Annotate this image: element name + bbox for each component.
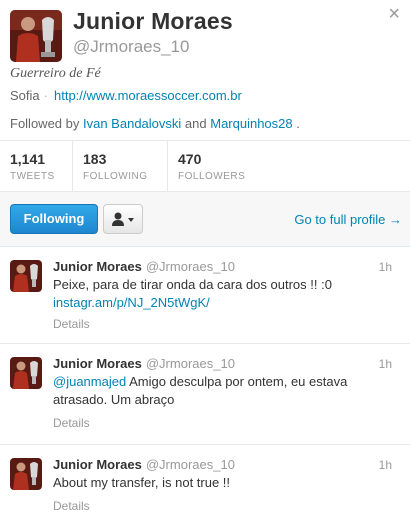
tweet-author[interactable]: Junior Moraes @Jrmoraes_10	[53, 356, 235, 371]
profile-name: Junior Moraes	[73, 8, 233, 34]
user-actions-dropdown-button[interactable]	[103, 204, 143, 234]
tweet-time[interactable]: 1h	[379, 357, 392, 371]
tweet-time[interactable]: 1h	[379, 260, 392, 274]
followed-by-line: Followed by Ivan Bandalovski and Marquin…	[10, 116, 300, 131]
close-icon[interactable]: ×	[388, 4, 400, 24]
tweet-avatar[interactable]	[10, 357, 42, 389]
followed-by-and: and	[184, 116, 207, 131]
stat-following-value: 183	[83, 151, 107, 167]
tweet-author-name: Junior Moraes	[53, 356, 142, 371]
stat-following[interactable]: 183 FOLLOWING	[73, 141, 168, 191]
tweet-item[interactable]: Junior Moraes @Jrmoraes_10 1h Peixe, para…	[0, 247, 410, 344]
stat-tweets-label: TWEETS	[10, 171, 55, 182]
tweet-avatar[interactable]	[10, 458, 42, 490]
tweet-item[interactable]: Junior Moraes @Jrmoraes_10 1h About my tr…	[0, 445, 410, 519]
tweet-author-handle: @Jrmoraes_10	[145, 356, 235, 371]
following-button[interactable]: Following	[10, 204, 98, 234]
tweet-text: @juanmajed Amigo desculpa por ontem, eu …	[53, 373, 393, 409]
tweet-text-body: Peixe, para de tirar onda da cara dos ou…	[53, 277, 332, 292]
followed-by-suffix: .	[296, 116, 300, 131]
tweet-details-link[interactable]: Details	[53, 416, 90, 430]
profile-website-link[interactable]: http://www.moraessoccer.com.br	[54, 88, 242, 103]
profile-bio: Guerreiro de Fé	[10, 66, 101, 81]
tweet-author-handle: @Jrmoraes_10	[145, 259, 235, 274]
tweet-mention-link[interactable]: @juanmajed	[53, 374, 126, 389]
follower-link-ivan[interactable]: Ivan Bandalovski	[83, 116, 181, 131]
profile-avatar[interactable]	[10, 10, 62, 62]
profile-actions: Following Go to full profile →	[0, 192, 410, 247]
tweet-item[interactable]: Junior Moraes @Jrmoraes_10 1h @juanmajed …	[0, 344, 410, 445]
tweet-author[interactable]: Junior Moraes @Jrmoraes_10	[53, 457, 235, 472]
person-dropdown-icon	[112, 212, 134, 226]
tweet-author-handle: @Jrmoraes_10	[145, 457, 235, 472]
stat-tweets[interactable]: 1,141 TWEETS	[0, 141, 73, 191]
tweet-details-link[interactable]: Details	[53, 317, 90, 331]
tweet-author[interactable]: Junior Moraes @Jrmoraes_10	[53, 259, 235, 274]
tweet-avatar[interactable]	[10, 260, 42, 292]
tweet-details-link[interactable]: Details	[53, 499, 90, 513]
go-to-full-profile-link[interactable]: Go to full profile →	[294, 212, 402, 227]
tweet-text: Peixe, para de tirar onda da cara dos ou…	[53, 276, 393, 312]
stat-followers-label: FOLLOWERS	[178, 171, 246, 182]
stat-following-label: FOLLOWING	[83, 171, 148, 182]
followed-by-prefix: Followed by	[10, 116, 80, 131]
separator-dot: ·	[43, 88, 48, 103]
location-line: Sofia · http://www.moraessoccer.com.br	[10, 88, 242, 103]
tweet-author-name: Junior Moraes	[53, 457, 142, 472]
profile-location: Sofia	[10, 88, 40, 103]
profile-stats: 1,141 TWEETS 183 FOLLOWING 470 FOLLOWERS	[0, 140, 410, 192]
tweet-author-name: Junior Moraes	[53, 259, 142, 274]
profile-handle: @Jrmoraes_10	[73, 37, 190, 56]
tweet-text: About my transfer, is not true !!	[53, 475, 231, 490]
stat-followers-value: 470	[178, 151, 202, 167]
follower-link-marquinhos[interactable]: Marquinhos28	[210, 116, 292, 131]
profile-header: × Junior Moraes @Jrmoraes_10 Guerreiro d…	[0, 0, 410, 140]
tweet-time[interactable]: 1h	[379, 458, 392, 472]
tweet-link[interactable]: instagr.am/p/NJ_2N5tWgK/	[53, 295, 210, 310]
stat-tweets-value: 1,141	[10, 151, 46, 167]
stat-followers[interactable]: 470 FOLLOWERS	[168, 141, 288, 191]
